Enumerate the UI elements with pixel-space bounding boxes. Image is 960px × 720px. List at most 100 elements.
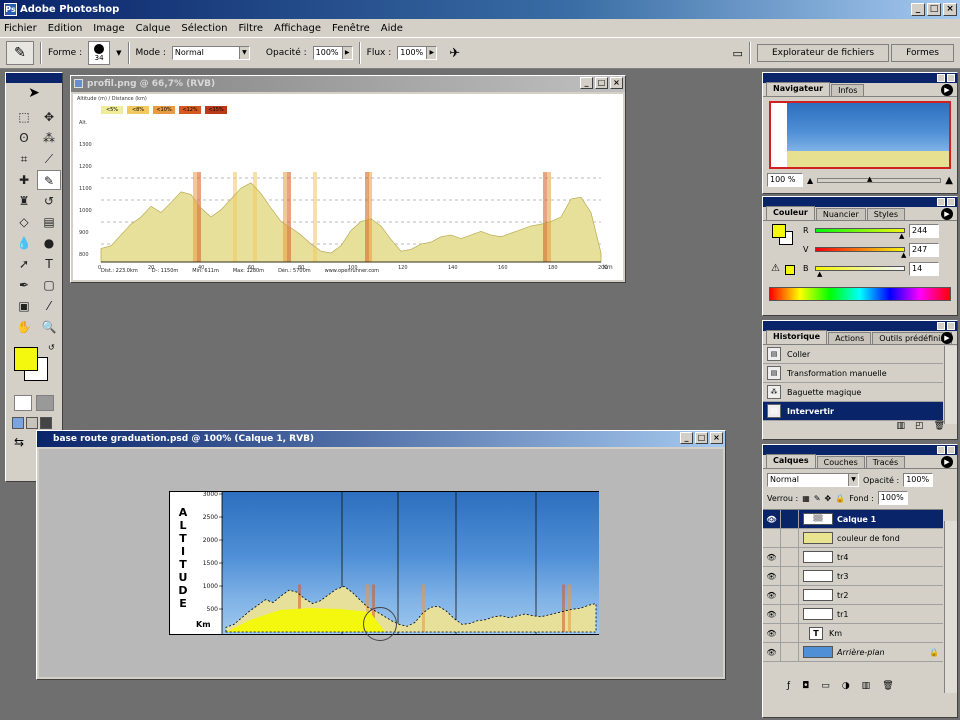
adjustment-layer-icon[interactable]: ◑ <box>842 681 850 691</box>
menu-filtre[interactable]: Filtre <box>238 23 263 34</box>
tab-actions[interactable]: Actions <box>828 332 872 344</box>
layer-style-icon[interactable]: ƒ <box>787 681 790 691</box>
menu-calque[interactable]: Calque <box>136 23 171 34</box>
fill-input[interactable]: 100% <box>877 491 908 505</box>
layers-scrollbar[interactable] <box>944 521 957 693</box>
layer-name[interactable]: tr2 <box>837 591 849 600</box>
standard-mode-icon[interactable] <box>14 395 32 411</box>
b-slider-thumb-icon[interactable]: ▲ <box>817 270 822 278</box>
link-slot[interactable] <box>781 642 799 662</box>
link-slot[interactable] <box>781 566 799 586</box>
crop-tool-icon[interactable]: ⌗ <box>12 149 36 169</box>
tab-explorateur[interactable]: Explorateur de fichiers <box>756 44 890 62</box>
v-slider[interactable] <box>815 247 905 252</box>
adobe-online-icon[interactable]: ➤ <box>6 83 62 103</box>
history-brush-icon[interactable]: ↺ <box>37 191 61 211</box>
document-window-base-route[interactable]: base route graduation.psd @ 100% (Calque… <box>36 430 726 680</box>
close-button[interactable]: × <box>610 77 623 89</box>
tab-outils-predefinis[interactable]: Outils prédéfinis <box>872 332 952 344</box>
foreground-color-swatch[interactable] <box>14 347 38 371</box>
fg-color-chip[interactable] <box>772 224 786 238</box>
dodge-tool-icon[interactable]: ● <box>37 233 61 253</box>
tab-formes[interactable]: Formes <box>891 44 954 62</box>
marquee-tool-icon[interactable]: ⬚ <box>12 107 36 127</box>
new-document-icon[interactable]: ▭ <box>733 47 743 60</box>
lasso-tool-icon[interactable]: ʘ <box>12 128 36 148</box>
r-slider[interactable] <box>815 228 905 233</box>
blur-tool-icon[interactable]: 💧 <box>12 233 36 253</box>
tab-styles[interactable]: Styles <box>866 208 905 220</box>
hand-tool-icon[interactable]: ✋ <box>12 317 36 337</box>
brush-dropdown-icon[interactable]: ▼ <box>116 49 121 57</box>
close-button[interactable]: × <box>710 432 723 444</box>
tab-traces[interactable]: Tracés <box>865 456 906 468</box>
healing-brush-icon[interactable]: ✚ <box>12 170 36 190</box>
link-slot[interactable] <box>781 623 799 643</box>
path-selection-icon[interactable]: ➚ <box>12 254 36 274</box>
screen-mode-full-icon[interactable] <box>40 417 52 429</box>
tab-couleur[interactable]: Couleur <box>766 206 815 220</box>
eyedropper-icon[interactable]: ⁄ <box>37 296 61 316</box>
layer-row-tr1[interactable]: 👁 tr1 <box>763 604 943 624</box>
document-titlebar[interactable]: base route graduation.psd @ 100% (Calque… <box>37 431 725 447</box>
eye-icon[interactable]: 👁 <box>763 604 781 624</box>
slice-tool-icon[interactable]: ⟋ <box>37 149 61 169</box>
type-tool-icon[interactable]: T <box>37 254 61 274</box>
tab-nuancier[interactable]: Nuancier <box>815 208 866 220</box>
layer-opacity-input[interactable]: 100% <box>903 473 934 487</box>
b-input[interactable]: 14 <box>909 262 939 276</box>
panel-menu-arrow-icon[interactable]: ▶ <box>941 332 953 344</box>
tab-infos[interactable]: Infos <box>831 84 865 96</box>
color-ramp[interactable] <box>769 287 951 301</box>
v-input[interactable]: 247 <box>909 243 939 257</box>
quickmask-mode-icon[interactable] <box>36 395 54 411</box>
v-slider-thumb-icon[interactable]: ▲ <box>901 251 906 259</box>
lock-all-icon[interactable]: 🔒 <box>835 494 845 503</box>
tab-couches[interactable]: Couches <box>816 456 865 468</box>
shape-tool-icon[interactable]: ▢ <box>37 275 61 295</box>
history-scrollbar[interactable] <box>944 346 957 424</box>
zoom-in-icon[interactable]: ▲ <box>945 175 953 186</box>
lock-position-icon[interactable]: ✥ <box>825 494 832 503</box>
r-slider-thumb-icon[interactable]: ▲ <box>899 232 904 240</box>
link-slot[interactable] <box>781 528 799 548</box>
eraser-tool-icon[interactable]: ◇ <box>12 212 36 232</box>
gradient-tool-icon[interactable]: ▤ <box>37 212 61 232</box>
history-item-selected[interactable]: ▤ Intervertir <box>763 402 943 421</box>
eye-icon[interactable]: 👁 <box>763 547 781 567</box>
eye-icon[interactable]: 👁 <box>763 585 781 605</box>
layer-name[interactable]: tr3 <box>837 572 849 581</box>
zoom-input[interactable]: 100 % <box>767 173 803 187</box>
base-route-image[interactable]: ALTITUDE Km 3000 2500 2000 1500 1000 500 <box>169 491 599 641</box>
layer-row-calque-1[interactable]: 👁 ▒▒ Calque 1 <box>763 510 943 529</box>
menu-fenetre[interactable]: Fenêtre <box>332 23 370 34</box>
notes-tool-icon[interactable]: ▣ <box>12 296 36 316</box>
zoom-slider[interactable]: ▲ <box>817 175 942 183</box>
lock-image-icon[interactable]: ✎ <box>814 494 821 503</box>
screen-mode-full-menu-icon[interactable] <box>26 417 38 429</box>
eye-icon[interactable]: 👁 <box>763 510 781 529</box>
new-layer-icon[interactable]: ▥ <box>862 681 871 691</box>
layer-row-tr3[interactable]: 👁 tr3 <box>763 566 943 586</box>
flux-input[interactable]: 100% ▶ <box>397 46 438 60</box>
mode-select[interactable]: Normal ▼ <box>171 46 250 60</box>
airbrush-icon[interactable]: ✈ <box>449 46 460 61</box>
panel-menu-arrow-icon[interactable]: ▶ <box>941 456 953 468</box>
minimize-button[interactable]: _ <box>580 77 593 89</box>
tab-historique[interactable]: Historique <box>766 330 828 344</box>
layer-row-arriere-plan[interactable]: 👁 Arrière-plan 🔒 <box>763 642 943 662</box>
maximize-button[interactable]: □ <box>695 432 708 444</box>
r-input[interactable]: 244 <box>909 224 939 238</box>
layer-name[interactable]: Calque 1 <box>837 515 876 524</box>
navigator-preview[interactable] <box>769 101 951 169</box>
history-item[interactable]: ⁂ Baguette magique <box>763 383 943 402</box>
brush-tool-icon[interactable]: ✎ <box>37 170 61 190</box>
maximize-button[interactable]: □ <box>927 3 941 16</box>
layer-row-tr2[interactable]: 👁 tr2 <box>763 585 943 605</box>
new-document-from-state-icon[interactable]: ▥ <box>897 421 906 431</box>
panel-menu-arrow-icon[interactable]: ▶ <box>941 84 953 96</box>
panel-menu-arrow-icon[interactable]: ▶ <box>941 208 953 220</box>
maximize-button[interactable]: □ <box>595 77 608 89</box>
gamut-color-chip[interactable] <box>785 265 795 275</box>
menu-affichage[interactable]: Affichage <box>274 23 321 34</box>
